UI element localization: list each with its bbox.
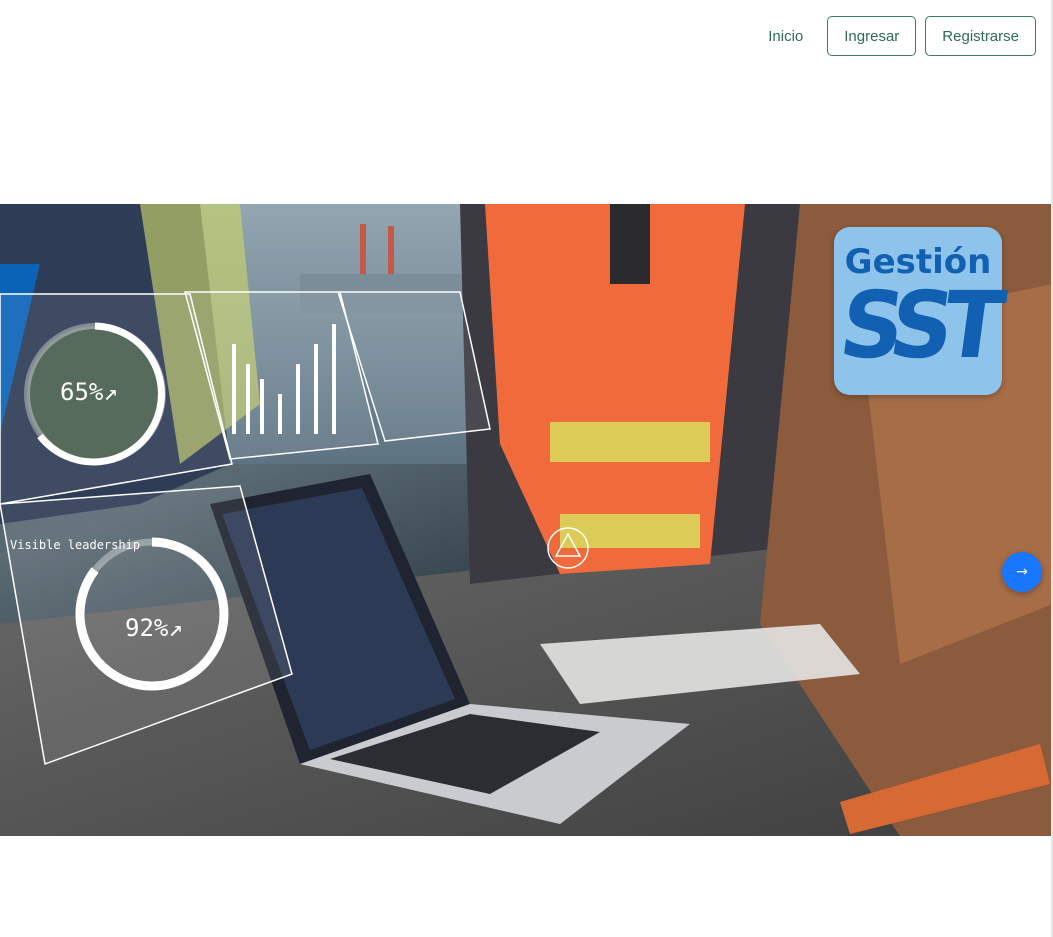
svg-text:65%↗: 65%↗ <box>60 378 118 406</box>
top-navigation: Inicio Ingresar Registrarse <box>768 16 1036 56</box>
gestion-sst-logo: Gestión SST <box>834 227 1002 395</box>
login-button[interactable]: Ingresar <box>827 16 917 56</box>
carousel-next-button[interactable]: → <box>1002 552 1042 592</box>
hero-carousel: 65%↗ 92%↗ Visible leadership Gestión SST <box>0 204 1053 836</box>
landing-page: Inicio Ingresar Registrarse 65%↗ 92%↗ Vi… <box>0 0 1053 937</box>
logo-main-text: SST <box>834 272 1002 379</box>
nav-home-link[interactable]: Inicio <box>768 28 803 45</box>
svg-text:Visible leadership: Visible leadership <box>10 538 140 552</box>
svg-text:92%↗: 92%↗ <box>125 614 183 642</box>
arrow-right-icon: → <box>1016 564 1028 580</box>
register-button[interactable]: Registrarse <box>925 16 1036 56</box>
